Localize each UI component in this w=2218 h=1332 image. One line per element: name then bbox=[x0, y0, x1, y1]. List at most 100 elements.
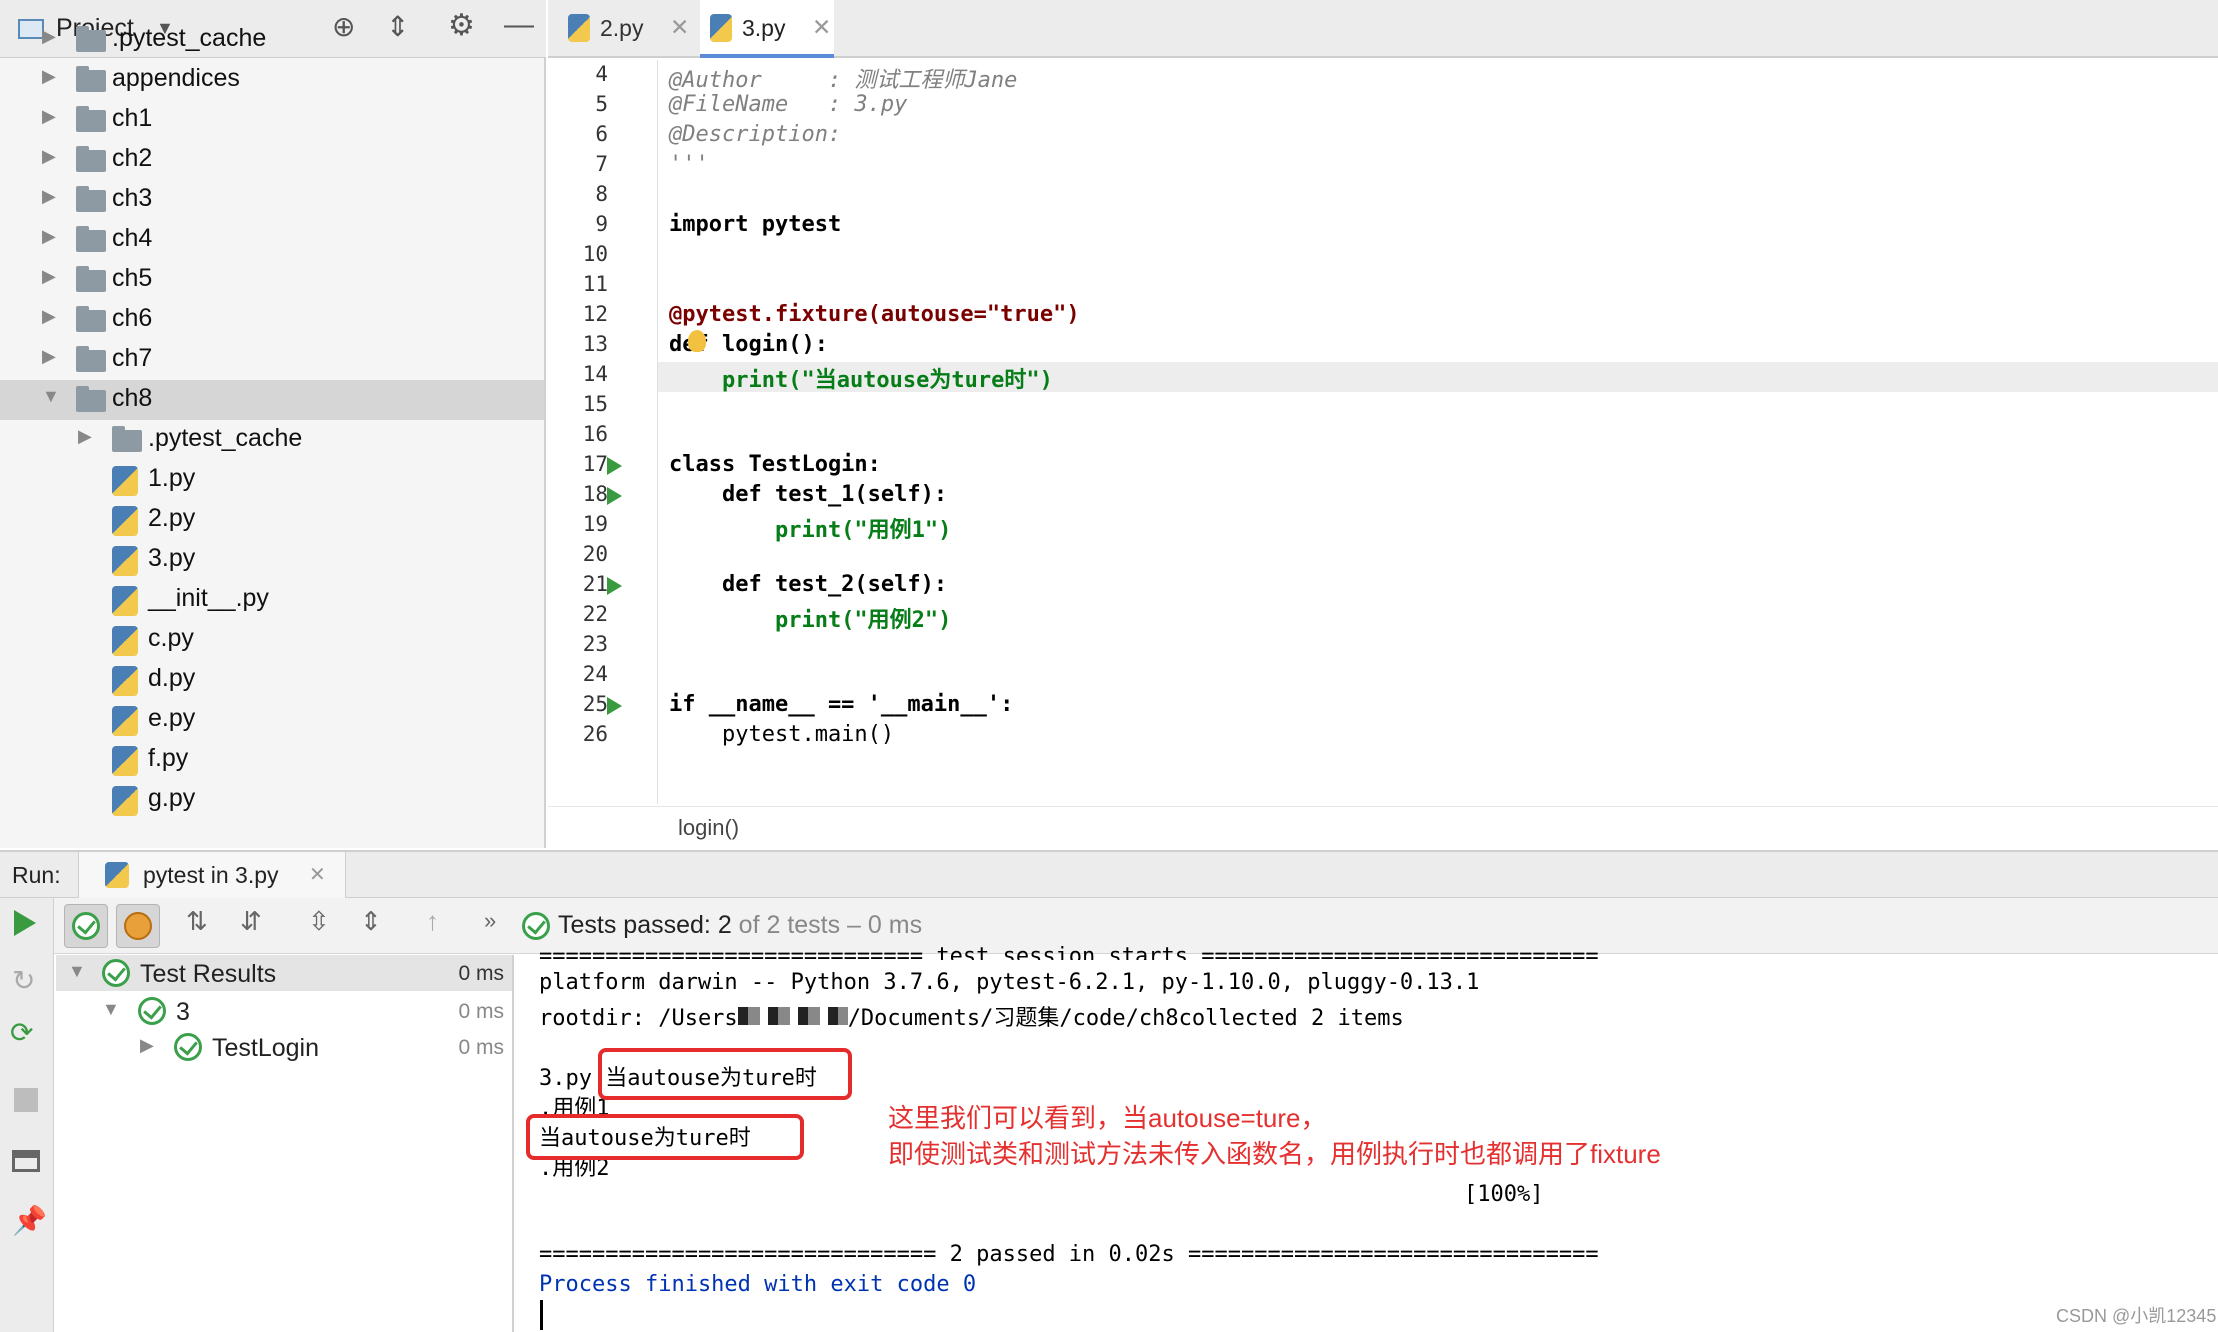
chevron-down-icon[interactable]: ▼ bbox=[68, 961, 86, 982]
code-line[interactable]: def test_2(self): bbox=[669, 572, 947, 597]
folder-item[interactable]: ▼ ch8 bbox=[0, 380, 544, 420]
chevron-right-icon[interactable]: ▶ bbox=[42, 186, 56, 207]
chevron-right-icon[interactable]: ▶ bbox=[42, 346, 56, 367]
chevron-down-icon[interactable]: ▼ bbox=[42, 386, 60, 407]
run-gutter-icon[interactable] bbox=[607, 577, 622, 595]
close-icon[interactable]: ✕ bbox=[670, 14, 689, 41]
line-number: 13 bbox=[582, 332, 608, 356]
tree-item-label: .pytest_cache bbox=[112, 24, 267, 52]
toggle-auto-test-icon[interactable]: ⟳ bbox=[10, 1016, 33, 1049]
folder-item[interactable]: ▶ ch2 bbox=[0, 140, 544, 180]
check-circle-icon bbox=[174, 1033, 202, 1061]
tree-item-label: ch4 bbox=[112, 224, 153, 252]
code-line[interactable]: ''' bbox=[669, 152, 709, 177]
stop-icon[interactable] bbox=[14, 1088, 38, 1112]
chevron-right-icon[interactable]: ▶ bbox=[140, 1035, 154, 1056]
folder-item[interactable]: ▶ .pytest_cache bbox=[0, 20, 544, 60]
code-line[interactable]: @Description: bbox=[669, 122, 841, 147]
sort-duration-icon[interactable]: ⇵ bbox=[240, 906, 262, 937]
code-line[interactable]: print("当autouse为ture时") bbox=[669, 362, 1053, 394]
console-line: platform darwin -- Python 3.7.6, pytest-… bbox=[539, 970, 1480, 995]
test-results-root[interactable]: ▼ Test Results 0 ms bbox=[56, 955, 512, 991]
chevron-down-icon[interactable]: ▼ bbox=[102, 999, 120, 1020]
run-gutter-icon[interactable] bbox=[607, 487, 622, 505]
folder-item[interactable]: ▶ ch4 bbox=[0, 220, 544, 260]
folder-item[interactable]: ▶ appendices bbox=[0, 60, 544, 100]
test-node-label: Test Results bbox=[140, 960, 277, 988]
tab-3-py[interactable]: 3.py ✕ bbox=[700, 0, 834, 58]
run-tab-label: pytest in 3.py bbox=[143, 862, 279, 888]
console-line: ============================== 2 passed … bbox=[539, 1242, 1599, 1267]
code-line[interactable]: print("用例1") bbox=[669, 512, 951, 544]
code-line[interactable]: if __name__ == '__main__': bbox=[669, 692, 1013, 717]
test-node-testlogin[interactable]: ▶ TestLogin 0 ms bbox=[56, 1029, 512, 1065]
file-item[interactable]: d.py bbox=[0, 660, 544, 700]
folder-item[interactable]: ▶ ch1 bbox=[0, 100, 544, 140]
more-icon[interactable]: » bbox=[484, 908, 496, 934]
file-item[interactable]: c.py bbox=[0, 620, 544, 660]
chevron-right-icon[interactable]: ▶ bbox=[42, 106, 56, 127]
code-line[interactable]: pytest.main() bbox=[669, 722, 894, 747]
chevron-right-icon[interactable]: ▶ bbox=[42, 306, 56, 327]
tab-label: 3.py bbox=[742, 15, 786, 41]
check-circle-icon bbox=[72, 912, 100, 940]
chevron-right-icon[interactable]: ▶ bbox=[42, 226, 56, 247]
rerun-failed-icon[interactable]: ↻ bbox=[12, 964, 35, 997]
intention-bulb-icon[interactable] bbox=[688, 330, 706, 352]
run-tab[interactable]: pytest in 3.py ✕ bbox=[78, 852, 346, 898]
code-line[interactable]: @pytest.fixture(autouse="true") bbox=[669, 302, 1080, 327]
file-item[interactable]: __init__.py bbox=[0, 580, 544, 620]
close-icon[interactable]: ✕ bbox=[309, 862, 326, 887]
file-item[interactable]: 1.py bbox=[0, 460, 544, 500]
tree-item-label: __init__.py bbox=[148, 584, 269, 612]
breadcrumb-item[interactable]: login() bbox=[678, 815, 739, 841]
tree-item-label: .pytest_cache bbox=[148, 424, 303, 452]
tests-status-count: 2 bbox=[717, 911, 732, 939]
tab-2-py[interactable]: 2.py ✕ bbox=[558, 0, 692, 58]
pin-icon[interactable]: 📌 bbox=[12, 1204, 47, 1237]
tree-item-label: ch8 bbox=[112, 384, 153, 412]
folder-item[interactable]: ▶ ch3 bbox=[0, 180, 544, 220]
layout-icon[interactable] bbox=[12, 1150, 40, 1172]
file-item[interactable]: 2.py bbox=[0, 500, 544, 540]
test-node-time: 0 ms bbox=[458, 962, 504, 985]
folder-item[interactable]: ▶ ch5 bbox=[0, 260, 544, 300]
collapse-all-icon[interactable]: ⇕ bbox=[360, 906, 382, 937]
run-gutter-icon[interactable] bbox=[607, 457, 622, 475]
previous-failed-icon[interactable]: ↑ bbox=[426, 906, 439, 937]
chevron-right-icon[interactable]: ▶ bbox=[42, 66, 56, 87]
chevron-right-icon[interactable]: ▶ bbox=[42, 146, 56, 167]
folder-item[interactable]: ▶ ch7 bbox=[0, 340, 544, 380]
file-item[interactable]: g.py bbox=[0, 780, 544, 820]
console-progress: [100%] bbox=[1464, 1182, 1544, 1207]
test-node-label: 3 bbox=[176, 998, 190, 1026]
code-line[interactable]: class TestLogin: bbox=[669, 452, 881, 477]
line-number: 12 bbox=[582, 302, 608, 326]
file-item[interactable]: f.py bbox=[0, 740, 544, 780]
code-line[interactable]: import pytest bbox=[669, 212, 841, 237]
test-node-3[interactable]: ▼ 3 0 ms bbox=[56, 993, 512, 1029]
python-file-icon bbox=[112, 546, 138, 576]
tree-item-label: ch6 bbox=[112, 304, 153, 332]
rerun-icon[interactable] bbox=[14, 910, 36, 936]
folder-item[interactable]: ▶ ch6 bbox=[0, 300, 544, 340]
python-file-icon bbox=[112, 666, 138, 696]
code-line[interactable]: @Author : 测试工程师Jane bbox=[669, 62, 1017, 94]
chevron-right-icon[interactable]: ▶ bbox=[42, 266, 56, 287]
file-item[interactable]: 3.py bbox=[0, 540, 544, 580]
chevron-right-icon[interactable]: ▶ bbox=[78, 426, 92, 447]
expand-all-icon[interactable]: ⇳ bbox=[308, 906, 330, 937]
run-gutter-icon[interactable] bbox=[607, 697, 622, 715]
sort-alpha-icon[interactable]: ⇅ bbox=[186, 906, 208, 937]
code-line[interactable]: def test_1(self): bbox=[669, 482, 947, 507]
code-line[interactable]: print("用例2") bbox=[669, 602, 951, 634]
close-icon[interactable]: ✕ bbox=[812, 14, 831, 41]
chevron-right-icon[interactable]: ▶ bbox=[42, 26, 56, 47]
line-number: 16 bbox=[582, 422, 608, 446]
folder-item[interactable]: ▶ .pytest_cache bbox=[0, 420, 544, 460]
console-line: ============================= test sessi… bbox=[539, 944, 1599, 960]
highlight-box bbox=[598, 1048, 852, 1100]
file-item[interactable]: e.py bbox=[0, 700, 544, 740]
folder-icon bbox=[76, 306, 106, 332]
code-line[interactable]: @FileName : 3.py bbox=[669, 92, 907, 117]
